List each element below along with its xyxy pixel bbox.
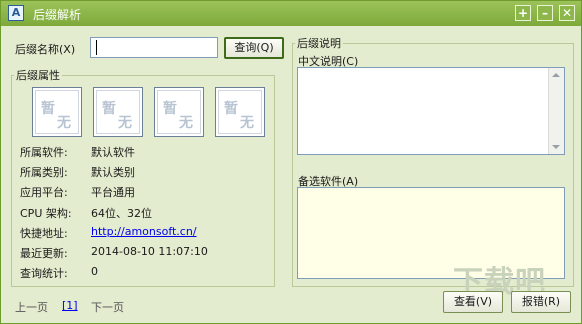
placeholder-char-2: 无: [179, 115, 193, 131]
software-value: 默认软件: [91, 146, 135, 159]
placeholder-char-1: 暂: [41, 101, 55, 117]
suffix-description-legend: 后缀说明: [297, 37, 341, 50]
placeholder-image-4: 暂无: [215, 87, 265, 137]
report-error-button[interactable]: 报错(R): [511, 291, 571, 313]
suffix-name-label: 后缀名称(X): [15, 43, 76, 56]
placeholder-char-2: 无: [118, 115, 132, 131]
suffix-name-input[interactable]: [90, 37, 218, 58]
last-update-value: 2014-08-10 11:07:10: [91, 245, 208, 258]
scroll-up-icon[interactable]: [552, 73, 560, 77]
prev-page-button[interactable]: 上一页: [15, 299, 48, 315]
query-button[interactable]: 查询(Q): [224, 37, 284, 59]
scroll-down-icon[interactable]: [552, 145, 560, 149]
shortcut-url-label: 快捷地址:: [20, 227, 68, 240]
next-page-button[interactable]: 下一页: [91, 299, 124, 315]
close-button[interactable]: ✕: [559, 5, 575, 21]
view-button[interactable]: 查看(V): [443, 291, 503, 313]
last-update-label: 最近更新:: [20, 247, 68, 260]
suffix-parse-window: A 后缀解析 + – ✕ 后缀名称(X) 查询(Q) 后缀属性 暂无 暂无 暂无…: [0, 0, 582, 324]
placeholder-image-3: 暂无: [154, 87, 204, 137]
text-caret: [96, 40, 97, 55]
query-count-label: 查询统计:: [20, 267, 68, 280]
placeholder-image-2: 暂无: [93, 87, 143, 137]
placeholder-char-1: 暂: [102, 101, 116, 117]
software-label: 所属软件:: [20, 146, 68, 159]
shortcut-url-link[interactable]: http://amonsoft.cn/: [91, 225, 197, 238]
category-value: 默认类别: [91, 166, 135, 179]
chinese-description-textarea[interactable]: [297, 67, 565, 155]
minimize-button[interactable]: –: [537, 5, 553, 21]
maximize-button[interactable]: +: [515, 5, 531, 21]
app-icon: A: [8, 5, 24, 21]
placeholder-char-1: 暂: [224, 101, 238, 117]
platform-label: 应用平台:: [20, 186, 68, 199]
placeholder-char-1: 暂: [163, 101, 177, 117]
current-page-link[interactable]: [1]: [62, 299, 78, 312]
query-count-value: 0: [91, 265, 98, 278]
platform-value: 平台通用: [91, 186, 135, 199]
window-title: 后缀解析: [33, 8, 82, 22]
placeholder-char-2: 无: [240, 115, 254, 131]
description-scrollbar[interactable]: [548, 68, 564, 154]
placeholder-image-1: 暂无: [32, 87, 82, 137]
category-label: 所属类别:: [20, 166, 68, 179]
cpu-arch-value: 64位、32位: [91, 207, 152, 220]
cpu-arch-label: CPU 架构:: [20, 207, 72, 220]
title-bar[interactable]: A 后缀解析 + – ✕: [1, 1, 581, 26]
placeholder-char-2: 无: [57, 115, 71, 131]
suffix-attributes-legend: 后缀属性: [16, 69, 60, 82]
